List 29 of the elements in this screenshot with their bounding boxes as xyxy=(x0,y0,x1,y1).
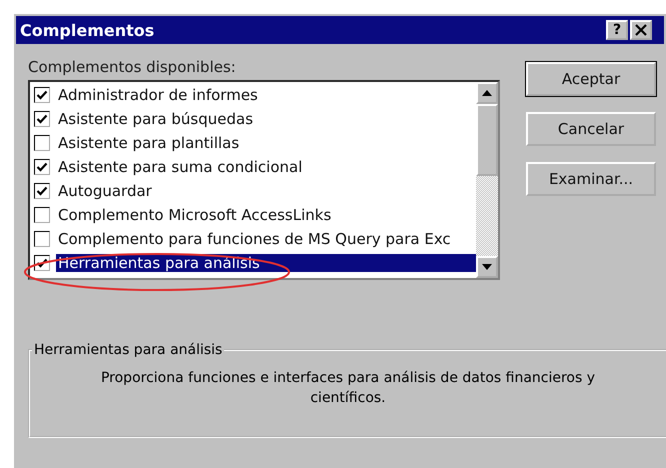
close-icon xyxy=(634,23,648,37)
list-item[interactable]: Administrador de informes xyxy=(56,86,260,104)
list-item[interactable]: Autoguardar xyxy=(56,182,154,200)
checkbox[interactable] xyxy=(34,111,50,127)
down-arrow-icon xyxy=(482,264,492,270)
up-arrow-icon xyxy=(482,90,492,96)
checkbox[interactable] xyxy=(34,87,50,103)
checkbox[interactable] xyxy=(34,183,50,199)
window-title: Complementos xyxy=(20,20,154,40)
checkbox[interactable] xyxy=(34,231,50,247)
checkbox[interactable] xyxy=(34,207,50,223)
list-item[interactable]: Asistente para búsquedas xyxy=(56,110,256,128)
dialog-button[interactable]: Aceptar xyxy=(526,62,656,96)
scrollbar-thumb[interactable] xyxy=(476,104,498,176)
scroll-down-button[interactable] xyxy=(476,256,498,278)
checkbox[interactable] xyxy=(34,135,50,151)
list-item[interactable]: Asistente para suma condicional xyxy=(56,158,304,176)
list-item[interactable]: Complemento Microsoft AccessLinks xyxy=(56,206,334,224)
group-title: Herramientas para análisis xyxy=(33,342,224,358)
list-item[interactable]: Complemento para funciones de MS Query para Exc xyxy=(56,230,453,248)
checkbox[interactable] xyxy=(34,159,50,175)
close-button[interactable] xyxy=(630,20,652,40)
list-item[interactable]: Asistente para plantillas xyxy=(56,134,242,152)
scroll-up-button[interactable] xyxy=(476,82,498,104)
dialog-button[interactable]: Examinar... xyxy=(526,162,656,196)
description-text: Proporciona funciones e interfaces para análisis de datos financieros y científicos. xyxy=(100,369,596,408)
dialog-button[interactable]: Cancelar xyxy=(526,112,656,146)
list-label: Complementos disponibles: xyxy=(28,58,237,76)
help-button[interactable]: ? xyxy=(606,20,628,40)
